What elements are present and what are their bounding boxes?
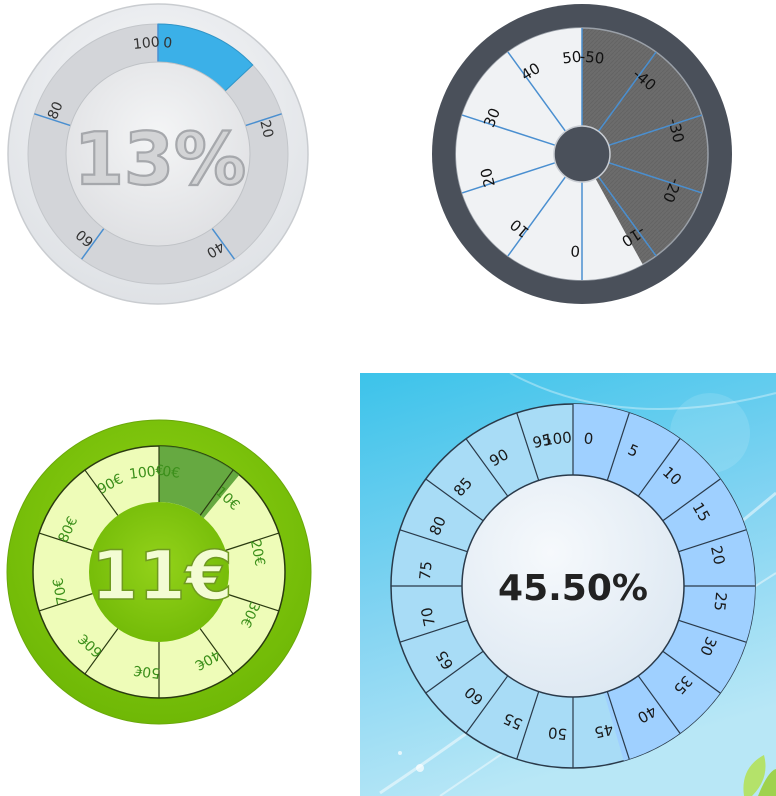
- tick-label: -50: [579, 47, 605, 67]
- signed-gauge-dark: 50-40-30-20-10010203040-50: [432, 4, 732, 304]
- tick-label: 0: [163, 35, 173, 52]
- tick-label: 25: [710, 591, 730, 612]
- euro-gauge-green: 0€10€20€30€40€50€60€70€80€90€ 100€ 11€: [6, 419, 312, 725]
- tick-label: 100: [132, 34, 160, 53]
- center-hub: [553, 125, 611, 183]
- value-display: 45.50%: [498, 568, 648, 609]
- percent-gauge-gray: 020406080100 13%: [7, 3, 309, 305]
- percent-gauge-blue: 0510152025303540455055606570758085909510…: [360, 372, 776, 796]
- value-display: 11€: [91, 537, 233, 616]
- tick-label: 75: [416, 560, 436, 581]
- tick-label: 0: [583, 429, 594, 448]
- tick-label: 50€: [133, 662, 161, 681]
- tick-label: 50: [547, 723, 568, 743]
- value-display: 13%: [74, 117, 246, 201]
- tick-label: 0: [570, 241, 581, 260]
- tick-label: 100: [542, 428, 572, 449]
